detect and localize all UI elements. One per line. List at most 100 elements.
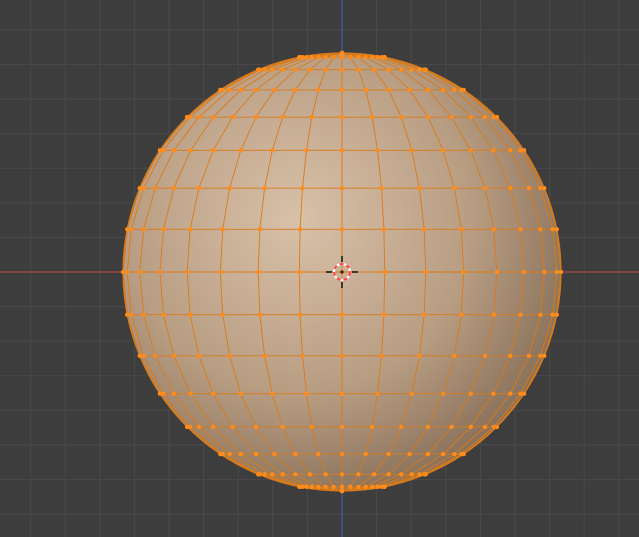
- mesh-vertex[interactable]: [129, 312, 134, 317]
- mesh-vertex[interactable]: [423, 269, 428, 275]
- mesh-vertex[interactable]: [425, 451, 431, 457]
- mesh-vertex[interactable]: [141, 353, 146, 358]
- mesh-vertex[interactable]: [262, 186, 267, 191]
- mesh-vertex[interactable]: [220, 451, 225, 457]
- mesh-vertex[interactable]: [382, 484, 387, 489]
- mesh-vertex[interactable]: [293, 87, 298, 93]
- mesh-vertex[interactable]: [300, 484, 305, 489]
- mesh-vertex[interactable]: [461, 269, 466, 275]
- mesh-vertex[interactable]: [218, 269, 223, 275]
- mesh-vertex[interactable]: [542, 186, 547, 191]
- mesh-vertex[interactable]: [280, 424, 285, 430]
- mesh-vertex[interactable]: [253, 114, 259, 120]
- mesh-vertex[interactable]: [449, 424, 454, 430]
- mesh-vertex[interactable]: [538, 312, 543, 317]
- mesh-vertex[interactable]: [171, 148, 176, 153]
- mesh-vertex[interactable]: [309, 114, 314, 120]
- mesh-vertex[interactable]: [425, 114, 431, 120]
- mesh-vertex[interactable]: [550, 312, 555, 317]
- mesh-vertex[interactable]: [417, 472, 422, 477]
- mesh-vertex[interactable]: [300, 353, 305, 358]
- mesh-vertex[interactable]: [238, 451, 243, 457]
- mesh-vertex[interactable]: [331, 484, 336, 489]
- mesh-vertex[interactable]: [382, 55, 387, 60]
- mesh-vertex[interactable]: [363, 451, 368, 457]
- mesh-vertex[interactable]: [220, 87, 225, 93]
- mesh-vertex[interactable]: [441, 148, 446, 153]
- mesh-vertex[interactable]: [137, 269, 142, 275]
- mesh-vertex[interactable]: [161, 391, 166, 396]
- mesh-vertex[interactable]: [538, 227, 543, 232]
- mesh-vertex[interactable]: [399, 424, 404, 430]
- mesh-vertex[interactable]: [386, 472, 391, 477]
- mesh-vertex[interactable]: [323, 484, 328, 489]
- mesh-vertex[interactable]: [554, 227, 559, 232]
- mesh-vertex[interactable]: [375, 55, 380, 60]
- mesh-vertex[interactable]: [270, 67, 275, 72]
- mesh-vertex[interactable]: [386, 67, 391, 72]
- mesh-vertex[interactable]: [316, 484, 321, 489]
- mesh-vertex[interactable]: [363, 55, 368, 60]
- mesh-vertex[interactable]: [461, 451, 466, 457]
- mesh-vertex[interactable]: [257, 472, 262, 477]
- mesh-vertex[interactable]: [339, 424, 345, 430]
- mesh-vertex[interactable]: [293, 67, 298, 72]
- mesh-vertex[interactable]: [339, 312, 345, 317]
- mesh-vertex[interactable]: [297, 269, 302, 275]
- mesh-vertex[interactable]: [307, 472, 313, 477]
- mesh-vertex[interactable]: [399, 114, 404, 120]
- mesh-vertex[interactable]: [482, 114, 488, 120]
- mesh-vertex[interactable]: [316, 451, 321, 457]
- mesh-vertex[interactable]: [272, 87, 277, 93]
- mesh-vertex[interactable]: [382, 269, 387, 275]
- mesh-vertex[interactable]: [293, 451, 298, 457]
- mesh-vertex[interactable]: [339, 391, 345, 396]
- mesh-vertex[interactable]: [491, 391, 496, 396]
- mesh-vertex[interactable]: [125, 312, 130, 317]
- mesh-vertex[interactable]: [141, 312, 146, 317]
- mesh-vertex[interactable]: [125, 269, 130, 275]
- mesh-vertex[interactable]: [309, 424, 314, 430]
- mesh-vertex[interactable]: [196, 424, 202, 430]
- mesh-vertex[interactable]: [409, 67, 414, 72]
- mesh-vertex[interactable]: [280, 472, 285, 477]
- mesh-vertex[interactable]: [125, 227, 130, 232]
- mesh-vertex[interactable]: [468, 424, 473, 430]
- mesh-vertex[interactable]: [323, 55, 328, 60]
- mesh-vertex[interactable]: [272, 451, 277, 457]
- mesh-vertex[interactable]: [262, 472, 267, 477]
- mesh-vertex[interactable]: [409, 148, 414, 153]
- mesh-vertex[interactable]: [227, 451, 232, 457]
- mesh-vertex[interactable]: [297, 227, 303, 232]
- mesh-vertex[interactable]: [253, 451, 259, 457]
- mesh-vertex[interactable]: [161, 148, 166, 153]
- mesh-vertex[interactable]: [371, 67, 377, 72]
- mesh-vertex[interactable]: [184, 269, 190, 275]
- mesh-vertex[interactable]: [468, 114, 473, 120]
- mesh-vertex[interactable]: [270, 148, 275, 153]
- mesh-vertex[interactable]: [422, 227, 427, 232]
- mesh-vertex[interactable]: [425, 424, 431, 430]
- mesh-vertex[interactable]: [348, 484, 353, 489]
- mesh-vertex[interactable]: [297, 312, 303, 317]
- mesh-vertex[interactable]: [461, 87, 466, 93]
- mesh-vertex[interactable]: [468, 148, 473, 153]
- mesh-vertex[interactable]: [211, 391, 216, 396]
- mesh-vertex[interactable]: [468, 391, 473, 396]
- mesh-vertex[interactable]: [339, 472, 345, 477]
- mesh-vertex[interactable]: [508, 391, 513, 396]
- mesh-vertex[interactable]: [227, 353, 232, 358]
- mesh-vertex[interactable]: [370, 424, 375, 430]
- mesh-vertex[interactable]: [262, 67, 267, 72]
- mesh-vertex[interactable]: [375, 148, 380, 153]
- mesh-vertex[interactable]: [339, 55, 345, 60]
- mesh-vertex[interactable]: [188, 148, 193, 153]
- mesh-vertex[interactable]: [538, 353, 543, 358]
- mesh-vertex[interactable]: [304, 484, 309, 489]
- mesh-vertex[interactable]: [257, 227, 262, 232]
- mesh-vertex[interactable]: [441, 87, 446, 93]
- mesh-vertex[interactable]: [494, 269, 500, 275]
- mesh-vertex[interactable]: [339, 488, 345, 494]
- mesh-vertex[interactable]: [381, 312, 387, 317]
- mesh-vertex[interactable]: [157, 269, 163, 275]
